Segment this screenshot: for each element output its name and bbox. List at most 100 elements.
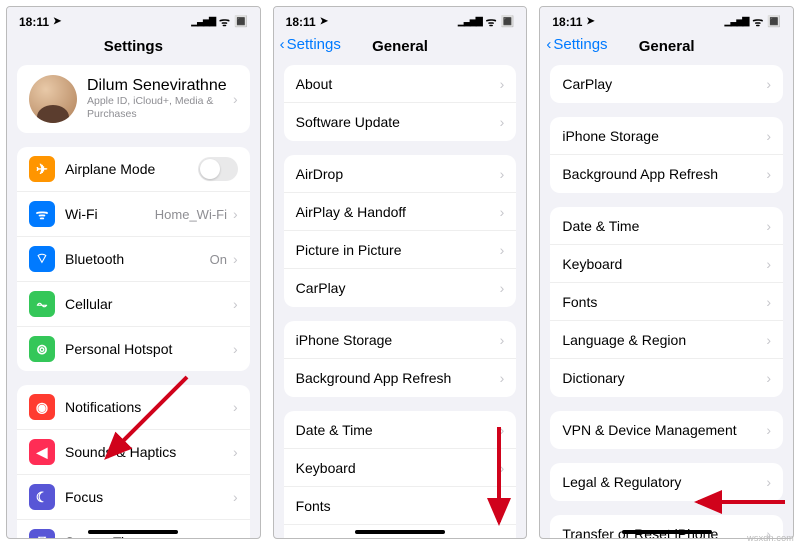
row-label: Picture in Picture [296,242,500,258]
row-label: Software Update [296,114,500,130]
location-icon: ➤ [53,16,61,27]
screen-general-top: 18:11 ➤ ▁▃▅▇ ᯤ 🔳 ‹ Settings General Abou… [273,6,528,539]
profile-row[interactable]: Dilum Senevirathne Apple ID, iCloud+, Me… [17,65,250,133]
settings-row[interactable]: Picture in Picture› [284,231,517,269]
chevron-right-icon: › [766,370,771,386]
page-title: General [639,38,695,55]
settings-row[interactable]: CarPlay› [550,65,783,103]
chevron-left-icon: ‹ [280,36,285,53]
screen-general-bottom: 18:11 ➤ ▁▃▅▇ ᯤ 🔳 ‹ Settings General CarP… [539,6,794,539]
settings-row[interactable]: iPhone Storage› [550,117,783,155]
settings-row[interactable]: Software Update› [284,103,517,141]
settings-row[interactable]: ⌛︎Screen Time› [17,520,250,538]
row-label: iPhone Storage [562,128,766,144]
settings-row[interactable]: About› [284,65,517,103]
battery-icon: 🔳 [234,15,248,28]
settings-row[interactable]: Keyboard› [284,449,517,487]
personal-hotspot-icon: ⊚ [29,336,55,362]
watermark: wsxdn.com [747,533,794,543]
home-indicator[interactable] [622,530,712,534]
chevron-right-icon: › [500,460,505,476]
chevron-right-icon: › [766,474,771,490]
home-indicator[interactable] [88,530,178,534]
settings-row[interactable]: Language & Region› [550,321,783,359]
settings-row[interactable]: Date & Time› [550,207,783,245]
settings-row[interactable]: ◉Notifications› [17,385,250,430]
general-scroll[interactable]: About›Software Update› AirDrop›AirPlay &… [274,65,527,538]
row-label: Notifications [65,399,233,415]
profile-name: Dilum Senevirathne [87,77,233,95]
signal-icon: ▁▃▅▇ [191,16,215,27]
wifi-icon: ᯤ [486,13,497,30]
settings-row[interactable]: Dictionary› [550,359,783,397]
cellular-icon: ⏦ [29,291,55,317]
chevron-right-icon: › [500,76,505,92]
row-label: Language & Region [296,536,500,539]
chevron-right-icon: › [500,242,505,258]
row-label: Screen Time [65,534,233,538]
status-time: 18:11 [286,15,316,29]
chevron-left-icon: ‹ [546,36,551,53]
settings-row[interactable]: ☾Focus› [17,475,250,520]
avatar [29,75,77,123]
signal-icon: ▁▃▅▇ [458,16,482,27]
settings-row[interactable]: ◀︎Sounds & Haptics› [17,430,250,475]
row-label: Background App Refresh [296,370,500,386]
row-detail: On [210,252,227,267]
settings-row[interactable]: VPN & Device Management› [550,411,783,449]
settings-row[interactable]: iPhone Storage› [284,321,517,359]
settings-row[interactable]: AirDrop› [284,155,517,193]
row-detail: Home_Wi-Fi [155,207,227,222]
chevron-right-icon: › [233,251,238,267]
screen-time-icon: ⌛︎ [29,529,55,538]
wifi-icon: ᯤ [752,13,763,30]
chevron-right-icon: › [233,489,238,505]
wifi-icon: ᯤ [219,13,230,30]
settings-row[interactable]: Background App Refresh› [550,155,783,193]
chevron-right-icon: › [500,536,505,539]
settings-row[interactable]: CarPlay› [284,269,517,307]
settings-row[interactable]: Background App Refresh› [284,359,517,397]
row-label: Bluetooth [65,251,210,267]
settings-row[interactable]: Fonts› [284,487,517,525]
chevron-right-icon: › [233,206,238,222]
settings-scroll[interactable]: Dilum Senevirathne Apple ID, iCloud+, Me… [7,65,260,538]
settings-row[interactable]: Fonts› [550,283,783,321]
settings-row[interactable]: ᯤ Wi-FiHome_Wi-Fi › [17,192,250,237]
back-button[interactable]: ‹ Settings [280,36,341,53]
row-label: Wi-Fi [65,206,155,222]
row-label: VPN & Device Management [562,422,766,438]
row-label: iPhone Storage [296,332,500,348]
back-label: Settings [287,36,341,53]
chevron-right-icon: › [766,76,771,92]
settings-row[interactable]: ⏦Cellular› [17,282,250,327]
row-label: Date & Time [296,422,500,438]
settings-row[interactable]: Keyboard› [550,245,783,283]
toggle-switch[interactable] [198,157,238,181]
row-label: Sounds & Haptics [65,444,233,460]
row-label: Cellular [65,296,233,312]
row-label: Dictionary [562,370,766,386]
settings-row[interactable]: Legal & Regulatory› [550,463,783,501]
bluetooth-icon: ⌔ [29,246,55,272]
row-label: AirDrop [296,166,500,182]
row-label: CarPlay [296,280,500,296]
chevron-right-icon: › [500,498,505,514]
nav-bar: ‹ Settings General [540,32,793,65]
back-button[interactable]: ‹ Settings [546,36,607,53]
settings-row[interactable]: ⌔ BluetoothOn › [17,237,250,282]
row-label: Date & Time [562,218,766,234]
settings-row[interactable]: AirPlay & Handoff› [284,193,517,231]
general-scroll[interactable]: CarPlay› iPhone Storage›Background App R… [540,65,793,538]
settings-row[interactable]: Date & Time› [284,411,517,449]
notifications-icon: ◉ [29,394,55,420]
chevron-right-icon: › [233,444,238,460]
wi-fi-icon: ᯤ [29,201,55,227]
back-label: Settings [553,36,607,53]
settings-row[interactable]: ⊚Personal Hotspot› [17,327,250,371]
row-label: About [296,76,500,92]
settings-row[interactable]: ✈︎Airplane Mode [17,147,250,192]
home-indicator[interactable] [355,530,445,534]
row-label: Legal & Regulatory [562,474,766,490]
chevron-right-icon: › [500,422,505,438]
